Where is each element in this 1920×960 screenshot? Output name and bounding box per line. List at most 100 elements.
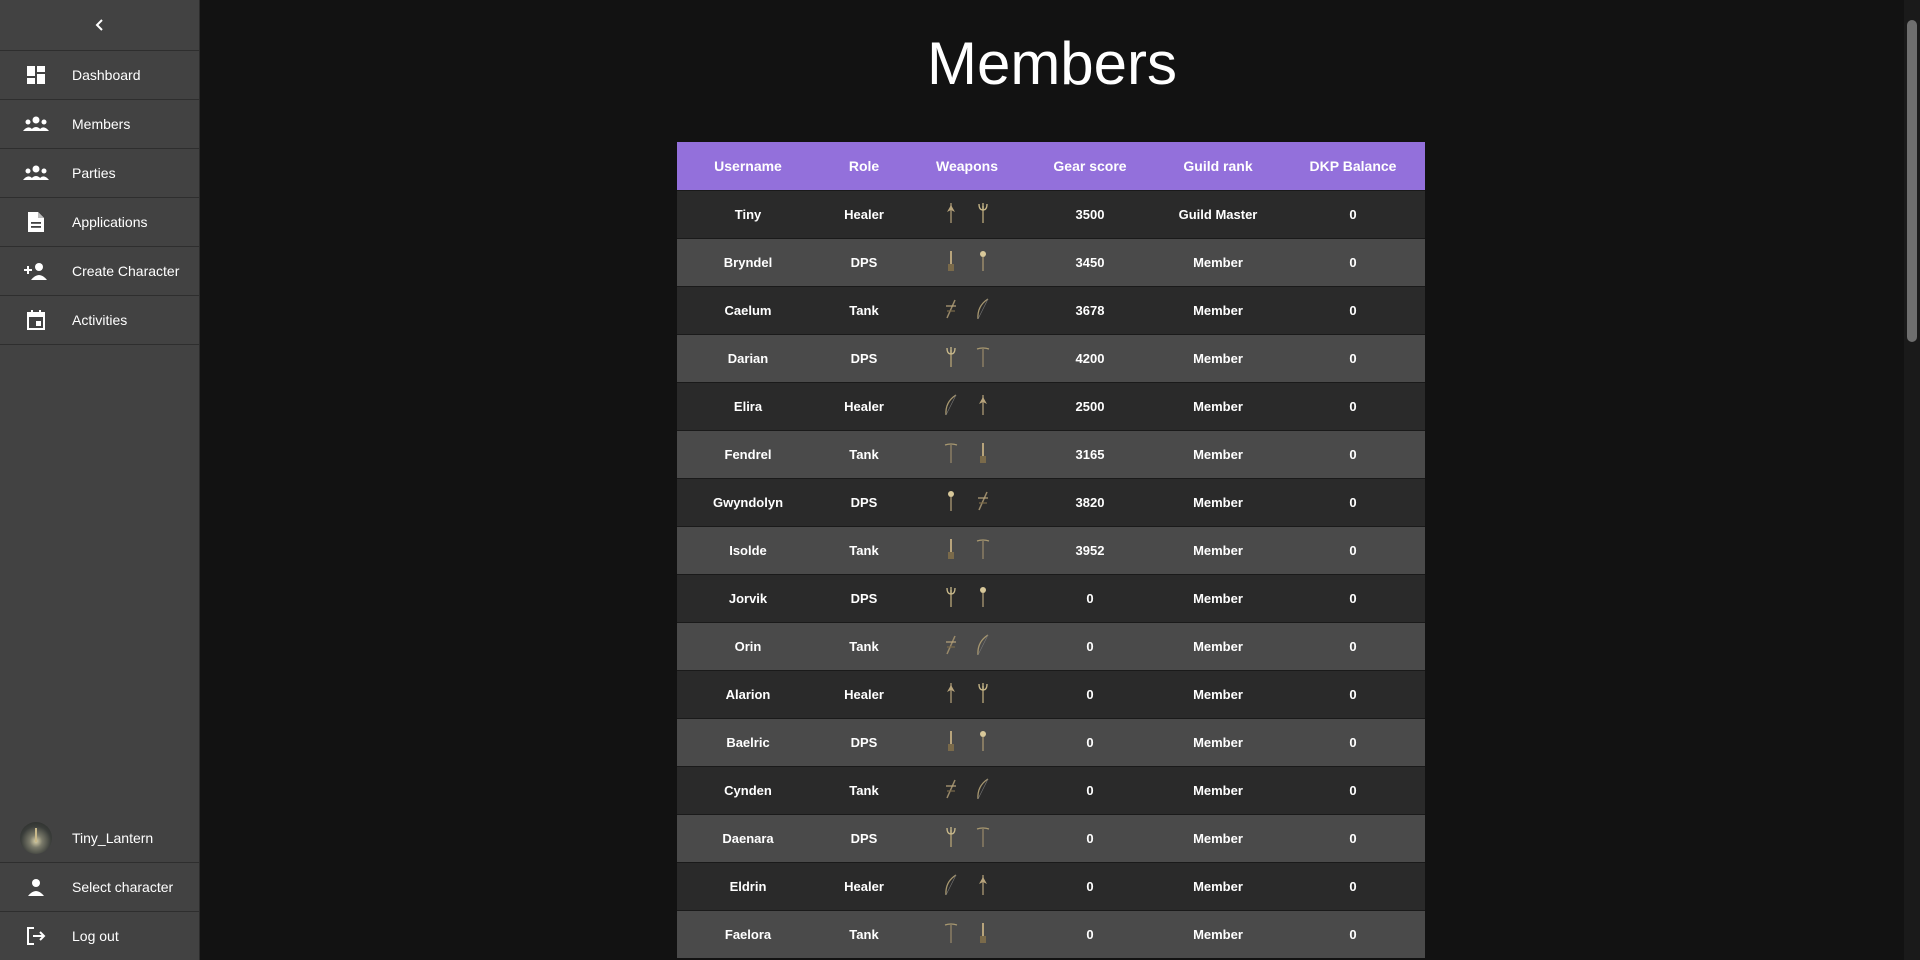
cell-role: Tank	[819, 525, 909, 574]
table-row[interactable]: Eldrin Healer 0 Member 0	[677, 861, 1425, 910]
wand-icon	[944, 826, 958, 848]
table-row[interactable]: Orin Tank 0 Member 0	[677, 621, 1425, 670]
cell-dkp-balance: 0	[1281, 669, 1425, 718]
select-character-button[interactable]: Select character	[0, 862, 199, 911]
table-row[interactable]: Tiny Healer 3500 Guild Master 0	[677, 189, 1425, 238]
column-header-username[interactable]: Username	[677, 142, 819, 190]
cell-role: DPS	[819, 477, 909, 526]
spear-icon	[976, 538, 990, 560]
cell-username: Caelum	[677, 285, 819, 334]
table-row[interactable]: Jorvik DPS 0 Member 0	[677, 573, 1425, 622]
calendar-icon	[0, 310, 72, 330]
log-out-button[interactable]: Log out	[0, 911, 199, 960]
chevron-left-icon	[95, 19, 103, 31]
cell-role: DPS	[819, 573, 909, 622]
avatar-container	[0, 822, 72, 854]
document-icon	[0, 211, 72, 233]
cell-username: Tiny	[677, 189, 819, 238]
weapons-group	[944, 633, 990, 656]
cell-dkp-balance: 0	[1281, 237, 1425, 286]
scrollbar-thumb[interactable]	[1907, 20, 1917, 342]
dagger-icon	[944, 250, 958, 272]
weapons-group	[944, 202, 990, 224]
sidebar-item-applications[interactable]: Applications	[0, 198, 199, 247]
table-row[interactable]: Alarion Healer 0 Member 0	[677, 669, 1425, 718]
weapons-group	[944, 346, 990, 368]
column-header-guild-rank[interactable]: Guild rank	[1155, 142, 1281, 190]
cell-gear-score: 3678	[1025, 285, 1155, 334]
staff-icon	[944, 682, 958, 704]
members-table: Username Role Weapons Gear score Guild r…	[677, 142, 1425, 958]
members-table-container: Username Role Weapons Gear score Guild r…	[677, 142, 1425, 958]
table-row[interactable]: Bryndel DPS 3450 Member 0	[677, 237, 1425, 286]
cell-weapons	[909, 477, 1025, 526]
cell-guild-rank: Member	[1155, 237, 1281, 286]
bow-icon	[976, 777, 990, 800]
cell-gear-score: 0	[1025, 717, 1155, 766]
table-row[interactable]: Gwyndolyn DPS 3820 Member 0	[677, 477, 1425, 526]
weapons-group	[944, 442, 990, 464]
cell-username: Darian	[677, 333, 819, 382]
weapons-group	[944, 538, 990, 560]
table-row[interactable]: Cynden Tank 0 Member 0	[677, 765, 1425, 814]
cell-role: DPS	[819, 333, 909, 382]
staff-icon	[944, 202, 958, 224]
cell-role: DPS	[819, 237, 909, 286]
cell-dkp-balance: 0	[1281, 381, 1425, 430]
bow-icon	[976, 633, 990, 656]
table-row[interactable]: Elira Healer 2500 Member 0	[677, 381, 1425, 430]
cell-username: Fendrel	[677, 429, 819, 478]
cell-guild-rank: Member	[1155, 669, 1281, 718]
cell-dkp-balance: 0	[1281, 477, 1425, 526]
staff-icon	[976, 874, 990, 896]
cell-role: Tank	[819, 285, 909, 334]
cell-username: Orin	[677, 621, 819, 670]
cell-dkp-balance: 0	[1281, 573, 1425, 622]
cell-gear-score: 2500	[1025, 381, 1155, 430]
cell-gear-score: 3450	[1025, 237, 1155, 286]
cell-guild-rank: Member	[1155, 381, 1281, 430]
cell-weapons	[909, 333, 1025, 382]
bow-icon	[944, 393, 958, 416]
spear-icon	[944, 922, 958, 944]
cell-role: Healer	[819, 381, 909, 430]
wand-icon	[944, 346, 958, 368]
table-row[interactable]: Darian DPS 4200 Member 0	[677, 333, 1425, 382]
table-row[interactable]: Daenara DPS 0 Member 0	[677, 813, 1425, 862]
column-header-role[interactable]: Role	[819, 142, 909, 190]
table-row[interactable]: Caelum Tank 3678 Member 0	[677, 285, 1425, 334]
cell-username: Baelric	[677, 717, 819, 766]
sidebar-item-members[interactable]: Members	[0, 100, 199, 149]
cell-gear-score: 0	[1025, 813, 1155, 862]
cell-gear-score: 3952	[1025, 525, 1155, 574]
cell-gear-score: 0	[1025, 765, 1155, 814]
dagger-icon	[976, 442, 990, 464]
bow-icon	[944, 873, 958, 896]
spear-icon	[976, 826, 990, 848]
column-header-dkp-balance[interactable]: DKP Balance	[1281, 142, 1425, 190]
cell-username: Elira	[677, 381, 819, 430]
cell-weapons	[909, 621, 1025, 670]
wand-icon	[976, 202, 990, 224]
sidebar-item-create-character[interactable]: Create Character	[0, 247, 199, 296]
weapons-group	[944, 297, 990, 320]
column-header-gear-score[interactable]: Gear score	[1025, 142, 1155, 190]
collapse-sidebar-button[interactable]	[0, 0, 199, 51]
sidebar-item-parties[interactable]: Parties	[0, 149, 199, 198]
vertical-scrollbar[interactable]	[1904, 0, 1920, 960]
sidebar-item-dashboard[interactable]: Dashboard	[0, 51, 199, 100]
column-header-weapons[interactable]: Weapons	[909, 142, 1025, 190]
dagger-icon	[976, 922, 990, 944]
mace-icon	[976, 586, 990, 608]
table-row[interactable]: Fendrel Tank 3165 Member 0	[677, 429, 1425, 478]
table-row[interactable]: Baelric DPS 0 Member 0	[677, 717, 1425, 766]
sidebar-item-label: Members	[72, 116, 131, 132]
group-icon	[0, 115, 72, 133]
sidebar-item-label: Activities	[72, 312, 128, 328]
sidebar-item-activities[interactable]: Activities	[0, 296, 199, 345]
crossbow-icon	[976, 490, 990, 512]
user-profile[interactable]: Tiny_Lantern	[0, 814, 199, 862]
table-row[interactable]: Faelora Tank 0 Member 0	[677, 909, 1425, 958]
weapons-group	[944, 250, 990, 272]
table-row[interactable]: Isolde Tank 3952 Member 0	[677, 525, 1425, 574]
